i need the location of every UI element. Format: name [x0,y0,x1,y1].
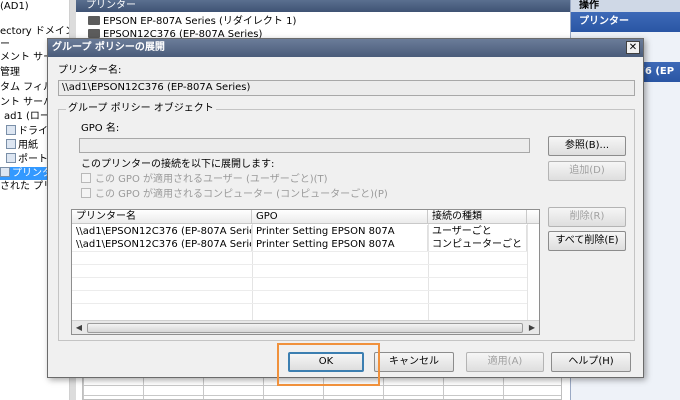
column-header-printer[interactable]: プリンター名 [72,210,252,224]
cell-type: コンピューターごと [428,238,527,251]
deploy-label: このプリンターの接続を以下に展開します: [81,159,275,170]
row-divider [72,264,527,265]
list-header[interactable]: プリンター [76,0,570,12]
tree-item-label: ポート [18,154,48,165]
printer-icon [88,16,100,25]
tree-item[interactable]: (AD1) [0,1,29,13]
printer-icon [88,29,100,38]
tree-item[interactable]: ad1 (ロー [4,111,50,123]
actions-printer-item[interactable]: プリンター [571,12,680,32]
tree-item[interactable]: ectory ドメイン ▲ [0,26,69,38]
per-user-checkbox-label: この GPO が適用されるユーザー (ユーザーごと)(T) [95,174,328,185]
table-row[interactable]: \\ad1\EPSON12C376 (EP-807A Series) Print… [72,238,539,251]
tree-item-printers[interactable]: プリンタ [0,167,52,180]
column-header-type[interactable]: 接続の種類 [428,210,527,224]
remove-all-button[interactable]: すべて削除(E) [548,231,626,251]
help-button[interactable]: ヘルプ(H) [551,352,631,372]
gpo-name-label: GPO 名: [81,123,120,134]
apply-button[interactable]: 適用(A) [466,352,544,372]
add-button[interactable]: 追加(D) [548,161,626,181]
dialog-titlebar[interactable]: グループ ポリシーの展開 ✕ [48,39,643,57]
ports-icon [6,153,16,163]
horizontal-scrollbar[interactable]: ◀ ▶ [72,320,539,334]
row-divider [72,290,527,291]
printer-name-label: プリンター名: [58,65,122,76]
per-computer-checkbox[interactable] [81,188,91,198]
gpo-groupbox-title: グループ ポリシー オブジェクト [66,103,216,115]
group-policy-deploy-dialog: グループ ポリシーの展開 ✕ プリンター名: \\ad1\EPSON12C376… [47,38,644,378]
scroll-left-icon[interactable]: ◀ [72,322,86,334]
tree-item-forms[interactable]: 用紙 [6,139,38,152]
column-header-gpo[interactable]: GPO [252,210,428,224]
row-divider [72,251,527,252]
tree-item[interactable]: タム フィル [0,82,53,94]
forms-icon [6,139,16,149]
row-divider [72,277,527,278]
tree-item[interactable]: された プリ [0,181,53,193]
list-header: プリンター名 GPO 接続の種類 [72,210,539,224]
tree-item-ports[interactable]: ポート [6,153,48,166]
cell-printer: \\ad1\EPSON12C376 (EP-807A Series) [72,238,252,251]
tree-item-label: プリンタ [12,168,52,179]
table-row[interactable]: \\ad1\EPSON12C376 (EP-807A Series) Print… [72,225,539,238]
cell-printer: \\ad1\EPSON12C376 (EP-807A Series) [72,225,252,238]
tree-item[interactable]: 管理 [0,67,20,79]
dialog-title: グループ ポリシーの展開 [52,42,165,53]
tree-item-label: 用紙 [18,140,38,151]
printer-icon [0,167,10,177]
printer-name-field[interactable]: \\ad1\EPSON12C376 (EP-807A Series) [58,80,635,96]
tree-item[interactable]: メント サー [0,52,53,64]
cancel-button[interactable]: キャンセル [374,352,454,372]
cell-gpo: Printer Setting EPSON 807A [252,225,428,238]
list-item-label: EPSON EP-807A Series (リダイレクト 1) [103,16,297,27]
ok-highlight-box [277,343,380,386]
scrollbar-thumb[interactable] [87,323,523,333]
per-computer-checkbox-label: この GPO が適用されるコンピューター (コンピューターごと)(P) [95,189,388,200]
remove-button[interactable]: 削除(R) [548,207,626,227]
scroll-right-icon[interactable]: ▶ [525,322,539,334]
tree-item[interactable]: ー [0,39,10,51]
actions-header: 操作 [571,0,680,12]
gpo-name-field[interactable] [79,138,530,153]
close-icon[interactable]: ✕ [626,41,640,54]
per-user-checkbox-row[interactable]: この GPO が適用されるユーザー (ユーザーごと)(T) [81,173,328,186]
deployment-list[interactable]: プリンター名 GPO 接続の種類 \\ad1\EPSON12C376 (EP-8… [71,209,540,335]
cell-gpo: Printer Setting EPSON 807A [252,238,428,251]
per-computer-checkbox-row[interactable]: この GPO が適用されるコンピューター (コンピューターごと)(P) [81,188,388,201]
cell-type: ユーザーごと [428,225,527,238]
row-divider [72,303,527,304]
tree-item[interactable]: ント サーバ [0,97,53,109]
driver-icon [6,125,16,135]
list-item[interactable]: EPSON EP-807A Series (リダイレクト 1) [88,16,296,28]
browse-button[interactable]: 参照(B)... [548,136,626,156]
per-user-checkbox[interactable] [81,173,91,183]
